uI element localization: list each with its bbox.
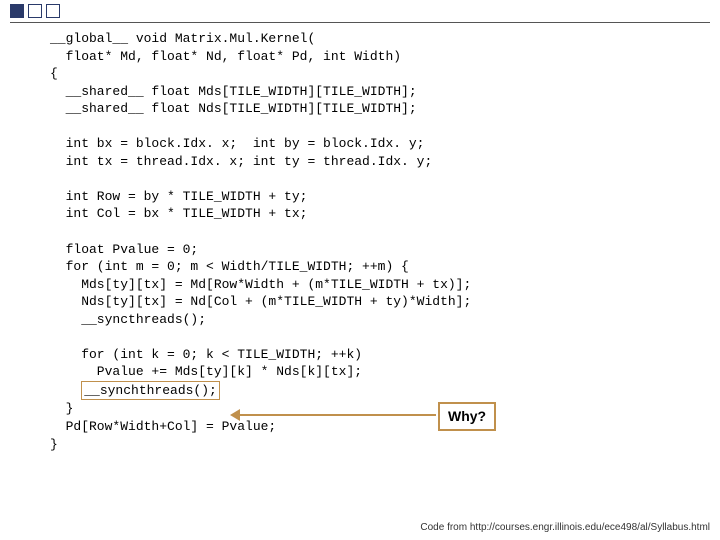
square-icon — [10, 4, 24, 18]
callout-arrow-head-icon — [230, 409, 240, 421]
code-listing: __global__ void Matrix.Mul.Kernel( float… — [50, 30, 690, 453]
code-line: int Row = by * TILE_WIDTH + ty; — [50, 189, 307, 204]
code-line-prefix — [50, 383, 81, 398]
callout-why-box: Why? — [438, 402, 496, 431]
code-line: int bx = block.Idx. x; int by = block.Id… — [50, 136, 424, 151]
code-line: __shared__ float Mds[TILE_WIDTH][TILE_WI… — [50, 84, 417, 99]
code-line: Nds[ty][tx] = Nd[Col + (m*TILE_WIDTH + t… — [50, 294, 471, 309]
code-line: } — [50, 401, 73, 416]
code-line: for (int m = 0; m < Width/TILE_WIDTH; ++… — [50, 259, 409, 274]
code-line: __syncthreads(); — [50, 312, 206, 327]
code-line: __shared__ float Nds[TILE_WIDTH][TILE_WI… — [50, 101, 417, 116]
code-line: int tx = thread.Idx. x; int ty = thread.… — [50, 154, 432, 169]
square-icon — [28, 4, 42, 18]
code-line: { — [50, 66, 58, 81]
source-credit: Code from http://courses.engr.illinois.e… — [420, 521, 710, 535]
callout-arrow-line — [236, 414, 436, 416]
code-line: } — [50, 437, 58, 452]
square-icon — [46, 4, 60, 18]
divider — [10, 22, 710, 23]
code-line: Mds[ty][tx] = Md[Row*Width + (m*TILE_WID… — [50, 277, 471, 292]
code-line: __global__ void Matrix.Mul.Kernel( — [50, 31, 315, 46]
code-line: int Col = bx * TILE_WIDTH + tx; — [50, 206, 307, 221]
code-line: float Pvalue = 0; — [50, 242, 198, 257]
code-line: float* Md, float* Nd, float* Pd, int Wid… — [50, 49, 401, 64]
code-line: for (int k = 0; k < TILE_WIDTH; ++k) — [50, 347, 362, 362]
highlighted-code: __synchthreads(); — [81, 381, 220, 401]
decorative-squares — [10, 4, 60, 18]
code-line: Pd[Row*Width+Col] = Pvalue; — [50, 419, 276, 434]
code-line: Pvalue += Mds[ty][k] * Nds[k][tx]; — [50, 364, 362, 379]
